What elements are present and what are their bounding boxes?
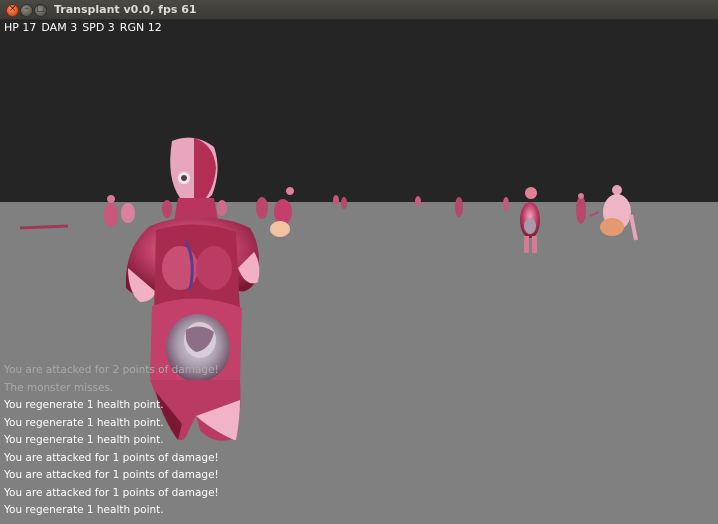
maximize-icon: □ (36, 4, 45, 14)
log-message: You are attacked for 1 points of damage! (4, 486, 219, 499)
spd-stat: SPD 3 (82, 21, 115, 34)
game-viewport[interactable]: HP 17 DAM 3 SPD 3 RGN 12 You are attacked f… (0, 20, 718, 524)
monster-far-5[interactable] (576, 193, 586, 224)
monster-far-3[interactable] (256, 187, 294, 237)
hp-stat: HP 17 (4, 21, 37, 34)
dam-stat: DAM 3 (41, 21, 78, 34)
minimize-icon: – (24, 4, 29, 14)
log-message: You are attacked for 1 points of damage! (4, 469, 219, 481)
log-message: You are attacked for 2 points of damage! (4, 364, 219, 376)
rgn-stat: RGN 12 (119, 21, 162, 34)
monster-right-torso[interactable] (589, 185, 638, 241)
message-log: You are attacked for 2 points of damage!… (4, 362, 424, 520)
minimize-button[interactable]: – (20, 4, 33, 17)
fallen-limb[interactable] (19, 224, 69, 230)
monster-far-1[interactable] (104, 195, 135, 227)
close-icon: × (8, 4, 17, 14)
log-message: You regenerate 1 health point. (4, 399, 164, 411)
log-message: You are attacked for 1 points of damage! (4, 451, 219, 464)
window-title: Transplant v0.0, fps 61 (54, 3, 197, 16)
maximize-button[interactable]: □ (34, 4, 47, 17)
log-message: You regenerate 1 health point. (4, 504, 164, 516)
monster-mid-right[interactable] (520, 187, 540, 253)
log-message: You regenerate 1 health point. (4, 434, 164, 446)
stats-hud: HP 17 DAM 3 SPD 3 RGN 12 (4, 21, 167, 34)
monster-far-4[interactable] (333, 195, 509, 217)
log-message: You regenerate 1 health point. (4, 416, 164, 429)
close-button[interactable]: × (6, 4, 19, 17)
game-window: × – □ Transplant v0.0, fps 61 HP 17 DAM … (0, 0, 718, 524)
log-message: The monster misses. (4, 381, 114, 394)
title-bar[interactable]: × – □ Transplant v0.0, fps 61 (0, 0, 718, 20)
